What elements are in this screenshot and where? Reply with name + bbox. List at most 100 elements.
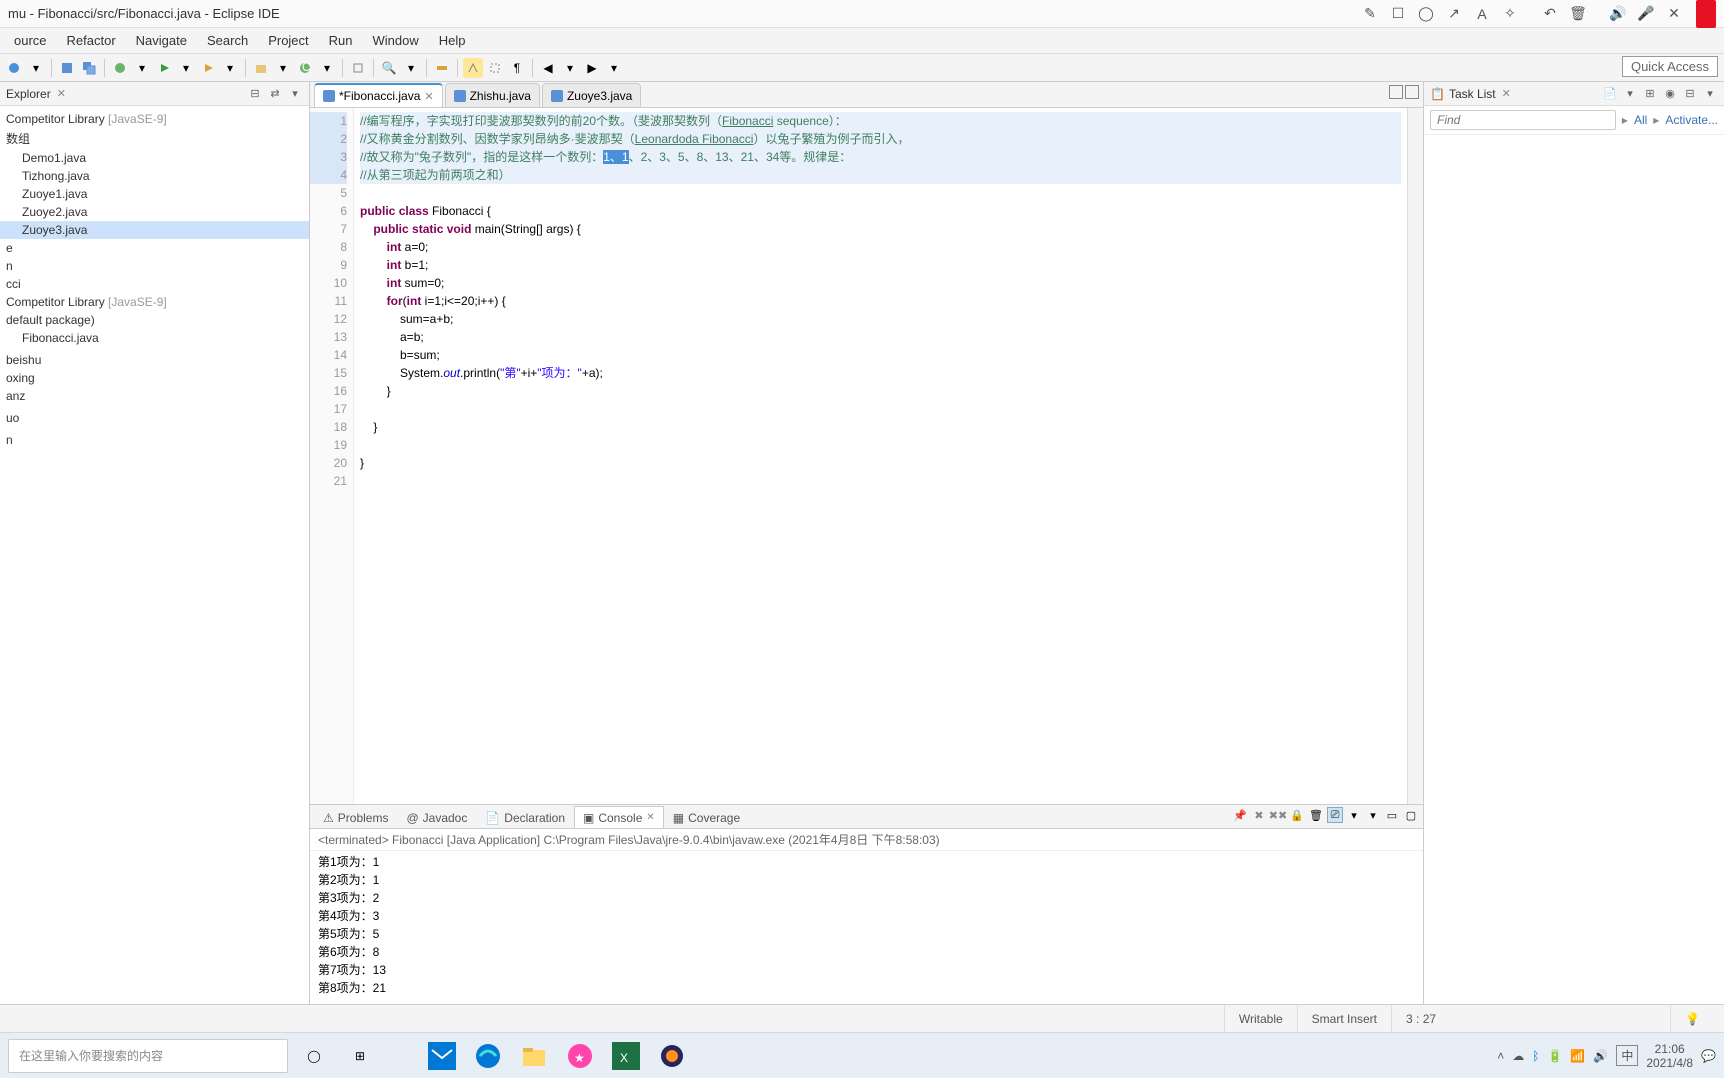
code-line[interactable]: b=sum; <box>360 346 1401 364</box>
mail-app-icon[interactable] <box>422 1036 462 1076</box>
tree-item[interactable]: Fibonacci.java <box>0 329 309 347</box>
windows-search-input[interactable]: 在这里输入你要搜索的内容 <box>8 1039 288 1073</box>
code-line[interactable]: sum=a+b; <box>360 310 1401 328</box>
tree-item[interactable]: uo <box>0 409 309 427</box>
view-menu-icon[interactable]: ▾ <box>287 86 303 102</box>
code-line[interactable]: //故又称为"兔子数列"，指的是这样一个数列：1、1、2、3、5、8、13、21… <box>360 148 1401 166</box>
onedrive-icon[interactable]: ☁ <box>1512 1049 1524 1063</box>
close-icon[interactable]: ✕ <box>646 812 654 823</box>
eclipse-app-icon[interactable] <box>652 1036 692 1076</box>
close-icon[interactable]: ✕ <box>424 90 433 103</box>
bluetooth-icon[interactable]: ᛒ <box>1532 1049 1539 1063</box>
dropdown-icon[interactable]: ▾ <box>604 58 624 78</box>
collapse-all-icon[interactable]: ⊟ <box>247 86 263 102</box>
trash-icon[interactable]: 🗑 <box>1564 0 1592 28</box>
dropdown-icon[interactable]: ▾ <box>560 58 580 78</box>
menu-source[interactable]: ource <box>4 30 57 51</box>
close-icon[interactable]: ✕ <box>1660 0 1688 28</box>
mark-occurrences-button[interactable] <box>463 58 483 78</box>
chevron-right-icon[interactable]: ▸ <box>1622 113 1628 127</box>
cortana-icon[interactable]: ◯ <box>294 1036 334 1076</box>
console-display-icon[interactable]: ⎚ <box>1327 807 1343 823</box>
code-editor[interactable]: 123456789101112131415161718192021 //编写程序… <box>310 108 1423 804</box>
tree-item[interactable]: n <box>0 431 309 449</box>
code-line[interactable]: System.out.println("第"+i+"项为："+a); <box>360 364 1401 382</box>
debug-button[interactable] <box>110 58 130 78</box>
search-button[interactable]: 🔍 <box>379 58 399 78</box>
code-line[interactable] <box>360 184 1401 202</box>
quick-access-input[interactable]: Quick Access <box>1622 56 1718 77</box>
code-body[interactable]: //编写程序，字实现打印斐波那契数列的前20个数。（斐波那契数列（Fibonac… <box>354 108 1407 804</box>
tasklist-activate-link[interactable]: Activate... <box>1665 113 1718 127</box>
back-button[interactable]: ◀ <box>538 58 558 78</box>
code-line[interactable]: public static void main(String[] args) { <box>360 220 1401 238</box>
bottom-tab-declaration[interactable]: 📄Declaration <box>476 806 574 828</box>
tree-item[interactable]: Zuoye3.java <box>0 221 309 239</box>
code-line[interactable]: for(int i=1;i<=20;i++) { <box>360 292 1401 310</box>
new-button[interactable] <box>4 58 24 78</box>
dropdown-icon[interactable]: ▾ <box>401 58 421 78</box>
block-selection-button[interactable] <box>485 58 505 78</box>
tree-item[interactable]: Competitor Library [JavaSE-9] <box>0 293 309 311</box>
ime-indicator[interactable]: 中 <box>1616 1045 1638 1066</box>
menu-navigate[interactable]: Navigate <box>126 30 197 51</box>
tasklist-all-link[interactable]: All <box>1634 113 1647 127</box>
code-line[interactable] <box>360 400 1401 418</box>
menu-search[interactable]: Search <box>197 30 258 51</box>
tree-item[interactable]: anz <box>0 387 309 405</box>
text-icon[interactable]: A <box>1468 0 1496 28</box>
view-menu-icon[interactable]: ▾ <box>1702 86 1718 102</box>
save-all-button[interactable] <box>79 58 99 78</box>
save-button[interactable] <box>57 58 77 78</box>
sound-icon[interactable]: 🔊 <box>1604 0 1632 28</box>
volume-icon[interactable]: 🔊 <box>1593 1049 1608 1063</box>
edge-app-icon[interactable] <box>468 1036 508 1076</box>
tree-item[interactable]: Competitor Library [JavaSE-9] <box>0 110 309 128</box>
open-type-button[interactable] <box>348 58 368 78</box>
dropdown-icon[interactable]: ▾ <box>273 58 293 78</box>
code-line[interactable]: int b=1; <box>360 256 1401 274</box>
tree-item[interactable]: Zuoye1.java <box>0 185 309 203</box>
tree-item[interactable]: e <box>0 239 309 257</box>
focus-icon[interactable]: ◉ <box>1662 86 1678 102</box>
notifications-icon[interactable]: 💬 <box>1701 1049 1716 1063</box>
new-task-icon[interactable]: 📄 <box>1602 86 1618 102</box>
arrow-icon[interactable]: ↗ <box>1440 0 1468 28</box>
console-open-icon[interactable]: ▾ <box>1346 807 1362 823</box>
wand-icon[interactable]: ✧ <box>1496 0 1524 28</box>
star-app-icon[interactable]: ★ <box>560 1036 600 1076</box>
excel-app-icon[interactable]: X <box>606 1036 646 1076</box>
tree-item[interactable]: oxing <box>0 369 309 387</box>
undo-icon[interactable]: ↶ <box>1536 0 1564 28</box>
bottom-tab-console[interactable]: ▣Console✕ <box>574 806 664 828</box>
new-class-button[interactable]: C <box>295 58 315 78</box>
minimize-view-icon[interactable]: ▭ <box>1384 807 1400 823</box>
dropdown-icon[interactable]: ▾ <box>317 58 337 78</box>
tree-item[interactable]: default package) <box>0 311 309 329</box>
edit-icon[interactable]: ✎ <box>1356 0 1384 28</box>
forward-button[interactable]: ▶ <box>582 58 602 78</box>
run-button[interactable] <box>154 58 174 78</box>
code-line[interactable]: } <box>360 418 1401 436</box>
dropdown-icon[interactable]: ▾ <box>26 58 46 78</box>
tree-item[interactable]: cci <box>0 275 309 293</box>
file-explorer-icon[interactable] <box>514 1036 554 1076</box>
categorize-icon[interactable]: ⊞ <box>1642 86 1658 102</box>
link-editor-icon[interactable]: ⇄ <box>267 86 283 102</box>
bottom-tab-coverage[interactable]: ▦Coverage <box>664 806 749 828</box>
tree-item[interactable]: Zuoye2.java <box>0 203 309 221</box>
chevron-right-icon[interactable]: ▸ <box>1653 113 1659 127</box>
battery-icon[interactable]: 🔋 <box>1547 1049 1562 1063</box>
record-icon[interactable] <box>1696 0 1716 28</box>
vertical-scrollbar[interactable] <box>1407 108 1423 804</box>
tray-up-icon[interactable]: ˄ <box>1497 1049 1504 1063</box>
code-line[interactable] <box>360 472 1401 490</box>
console-clear-icon[interactable]: 🗑 <box>1308 807 1324 823</box>
dropdown-icon[interactable]: ▾ <box>220 58 240 78</box>
console-scroll-lock-icon[interactable]: 🔒 <box>1289 807 1305 823</box>
code-line[interactable]: //又称黄金分割数列、因数学家列昂纳多·斐波那契（Leonardoda Fibo… <box>360 130 1401 148</box>
mic-icon[interactable]: 🎤 <box>1632 0 1660 28</box>
bottom-tab-problems[interactable]: ⚠Problems <box>314 806 397 828</box>
collapse-icon[interactable]: ⊟ <box>1682 86 1698 102</box>
console-remove-icon[interactable]: ✖ <box>1251 807 1267 823</box>
